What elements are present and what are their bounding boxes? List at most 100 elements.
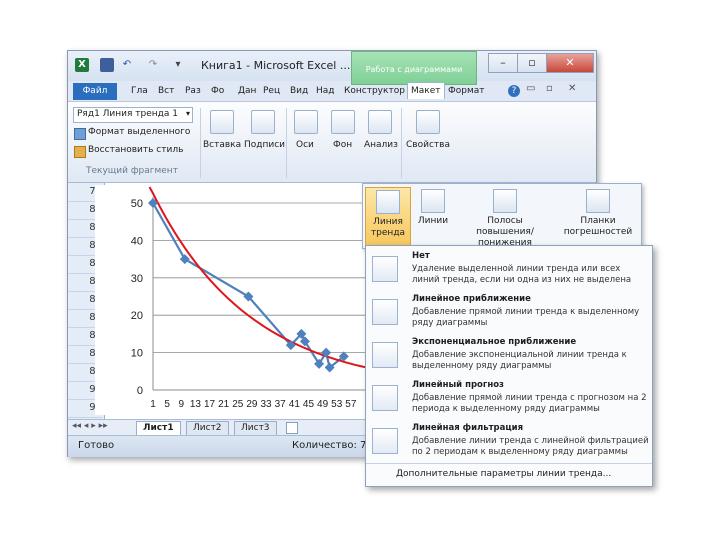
- sheet-tab[interactable]: Лист1: [136, 421, 181, 436]
- close-button[interactable]: ✕: [546, 53, 594, 73]
- tab-design[interactable]: Конструктор: [344, 83, 405, 99]
- background-button[interactable]: Фон: [333, 140, 352, 150]
- chart-element-selector-value: Ряд1 Линия тренда 1: [77, 109, 178, 119]
- x-tick-label: 29: [246, 399, 258, 410]
- sheet-tab[interactable]: Лист2: [186, 421, 229, 436]
- x-tick-label: 57: [345, 399, 357, 410]
- excel-logo-icon[interactable]: X: [75, 58, 89, 72]
- tab-layout[interactable]: Макет: [407, 82, 445, 99]
- menu-item-exponential[interactable]: Экспоненциальное приближение Добавление …: [366, 334, 652, 377]
- status-ready: Готово: [78, 440, 115, 451]
- x-tick-label: 9: [178, 399, 184, 410]
- up-down-bars-button[interactable]: Полосы повышения/понижения: [457, 187, 553, 248]
- close-workbook-icon[interactable]: ✕: [568, 83, 576, 94]
- analysis-gallery: Линия тренда Линии Полосы повышения/пони…: [362, 183, 642, 249]
- analysis-icon: [368, 110, 392, 134]
- insert-button[interactable]: Вставка: [203, 140, 241, 150]
- tab-home[interactable]: Гла: [131, 83, 148, 99]
- y-tick-label: 0: [137, 385, 143, 397]
- background-icon: [331, 110, 355, 134]
- x-tick-label: 21: [218, 399, 230, 410]
- x-tick-label: 45: [303, 399, 315, 410]
- x-tick-label: 53: [331, 399, 343, 410]
- tab-view[interactable]: Вид: [290, 83, 308, 99]
- help-icon[interactable]: ?: [508, 85, 520, 97]
- analysis-button[interactable]: Анализ: [364, 140, 398, 150]
- linear-forecast-icon: [372, 385, 398, 411]
- menu-item-linear[interactable]: Линейное приближение Добавление прямой л…: [366, 291, 652, 334]
- x-tick-label: 17: [204, 399, 216, 410]
- x-tick-label: 41: [289, 399, 301, 410]
- trendline-button[interactable]: Линия тренда: [365, 187, 411, 247]
- x-tick-label: 37: [275, 399, 287, 410]
- properties-icon: [416, 110, 440, 134]
- y-tick-label: 30: [131, 273, 143, 285]
- save-icon[interactable]: [100, 58, 114, 72]
- tab-review[interactable]: Рец: [263, 83, 280, 99]
- menu-item-none[interactable]: Нет Удаление выделенной линии тренда или…: [366, 248, 652, 291]
- no-trendline-icon: [372, 256, 398, 282]
- menu-item-description: Добавление экспоненциальной линии тренда…: [412, 350, 627, 371]
- sheet-nav-icon[interactable]: ◂◂ ◂ ▸ ▸▸: [72, 421, 108, 431]
- menu-item-moving-average[interactable]: Линейная фильтрация Добавление линии тре…: [366, 420, 652, 463]
- group-label-current-selection: Текущий фрагмент: [86, 166, 178, 176]
- moving-average-icon: [372, 428, 398, 454]
- lines-button-label: Линии: [417, 216, 449, 226]
- y-tick-label: 20: [131, 310, 143, 322]
- tab-addins[interactable]: Над: [316, 83, 335, 99]
- group-divider: [200, 108, 201, 178]
- new-sheet-icon[interactable]: [286, 422, 298, 434]
- menu-item-description: Добавление линии тренда с линейной фильт…: [412, 436, 649, 457]
- customize-icon[interactable]: ▾: [171, 58, 185, 72]
- properties-button[interactable]: Свойства: [406, 140, 450, 150]
- chevron-down-icon: ▾: [185, 109, 190, 118]
- title-bar: X ↶ ↷ ▾ Книга1 - Microsoft Excel ... Раб…: [68, 51, 596, 85]
- reset-style-button[interactable]: Восстановить стиль: [88, 145, 183, 155]
- reset-style-icon: [74, 146, 86, 158]
- y-tick-label: 50: [131, 198, 143, 210]
- x-tick-label: 1: [150, 399, 156, 410]
- tab-data[interactable]: Дан: [238, 83, 256, 99]
- lines-button[interactable]: Линии: [413, 187, 453, 245]
- restore-window-icon[interactable]: ▫: [546, 83, 553, 94]
- tab-formulas[interactable]: Фо: [211, 83, 224, 99]
- minimize-button[interactable]: –: [488, 53, 518, 73]
- chart-element-selector[interactable]: Ряд1 Линия тренда 1 ▾: [73, 107, 193, 123]
- tab-format[interactable]: Формат: [448, 83, 485, 99]
- up-down-bars-icon: [493, 189, 517, 213]
- axes-button[interactable]: Оси: [296, 140, 314, 150]
- maximize-button[interactable]: ▫: [517, 53, 547, 73]
- group-divider: [286, 108, 287, 178]
- more-options-label: Дополнительные параметры линии тренда...: [396, 469, 612, 479]
- window-title: Книга1 - Microsoft Excel ...: [201, 59, 351, 72]
- ribbon-minimize-icon[interactable]: ▭: [526, 83, 535, 94]
- trendline-button-label: Линия тренда: [370, 217, 406, 238]
- x-tick-label: 33: [261, 399, 273, 410]
- tab-page-layout[interactable]: Раз: [185, 83, 201, 99]
- menu-item-linear-forecast[interactable]: Линейный прогноз Добавление прямой линии…: [366, 377, 652, 420]
- linear-trendline-icon: [372, 299, 398, 325]
- axes-icon: [294, 110, 318, 134]
- trendline-menu: Нет Удаление выделенной линии тренда или…: [365, 245, 653, 487]
- tab-file[interactable]: Файл: [73, 83, 117, 100]
- error-bars-button[interactable]: Планки погрешностей: [557, 187, 639, 245]
- format-selection-button[interactable]: Формат выделенного: [88, 127, 190, 137]
- undo-icon[interactable]: ↶: [120, 58, 134, 72]
- status-count: Количество: 71: [292, 440, 373, 451]
- tab-insert[interactable]: Вст: [158, 83, 174, 99]
- labels-button[interactable]: Подписи: [244, 140, 285, 150]
- y-tick-label: 10: [131, 348, 143, 360]
- menu-item-title: Линейный прогноз: [412, 380, 504, 390]
- x-tick-label: 49: [317, 399, 329, 410]
- error-bars-icon: [586, 189, 610, 213]
- y-tick-label: 40: [131, 235, 143, 247]
- x-tick-label: 13: [190, 399, 202, 410]
- menu-item-title: Экспоненциальное приближение: [412, 337, 577, 347]
- trendline-icon: [376, 190, 400, 214]
- more-trendline-options[interactable]: Дополнительные параметры линии тренда...: [366, 463, 652, 486]
- sheet-tab[interactable]: Лист3: [234, 421, 277, 436]
- menu-item-description: Добавление прямой линии тренда с прогноз…: [412, 393, 647, 414]
- trend-chart[interactable]: 0 10 20 30 40 50 1 5 9 13 17 21 25 29 33 37 41 45 49 53 57: [95, 185, 365, 415]
- redo-icon[interactable]: ↷: [146, 58, 160, 72]
- menu-item-description: Добавление прямой линии тренда к выделен…: [412, 307, 640, 328]
